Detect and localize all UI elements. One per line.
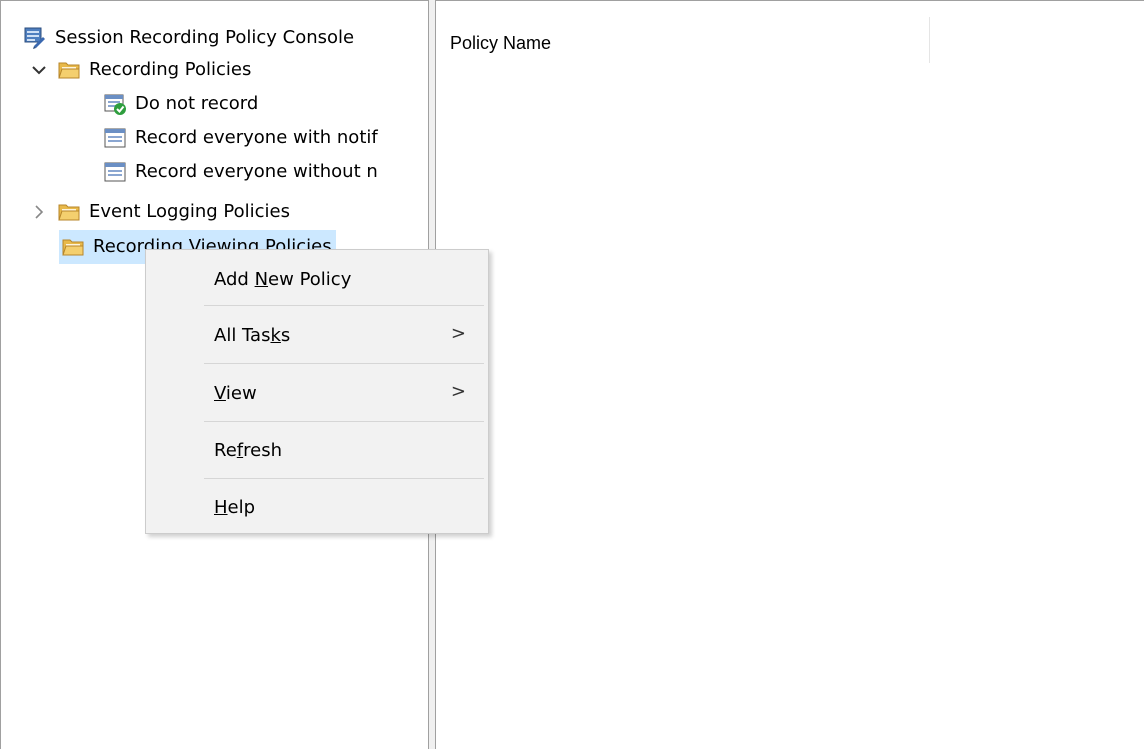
submenu-arrow-icon: > — [450, 323, 466, 344]
menu-separator — [204, 363, 484, 364]
policy-icon — [103, 160, 127, 184]
tree-item-label: Do not record — [135, 93, 259, 114]
tree-item-label: Recording Policies — [89, 59, 252, 80]
tree-item-label: Record everyone with notif — [135, 127, 378, 148]
column-header-row: Policy Name — [436, 17, 1144, 63]
policy-active-icon — [103, 92, 127, 116]
tree-root-label: Session Recording Policy Console — [55, 27, 355, 48]
folder-icon — [57, 58, 81, 82]
console-icon — [23, 26, 47, 50]
tree-item-label: Record everyone without n — [135, 161, 378, 182]
menu-item-help[interactable]: Help — [146, 480, 488, 534]
menu-item-add-new-policy[interactable]: Add New Policy — [146, 252, 488, 306]
menu-item-label: Help — [214, 496, 256, 518]
menu-separator — [204, 305, 484, 306]
menu-separator — [204, 478, 484, 479]
folder-icon — [61, 235, 85, 259]
tree-item-recording-policies[interactable]: Recording Policies — [29, 53, 251, 87]
menu-item-label: All Tasks — [214, 324, 291, 346]
policy-icon — [103, 126, 127, 150]
menu-separator — [204, 421, 484, 422]
results-list-pane[interactable]: Policy Name — [436, 0, 1144, 749]
menu-item-refresh[interactable]: Refresh — [146, 423, 488, 477]
tree-item-record-everyone-with-notif[interactable]: Record everyone with notif — [103, 121, 378, 155]
tree-item-event-logging-policies[interactable]: Event Logging Policies — [29, 195, 290, 229]
menu-item-all-tasks[interactable]: All Tasks > — [146, 308, 488, 362]
menu-item-label: View — [214, 382, 257, 404]
submenu-arrow-icon: > — [450, 381, 466, 402]
column-header-policy-name[interactable]: Policy Name — [436, 17, 930, 63]
chevron-right-icon[interactable] — [29, 202, 49, 222]
menu-item-label: Add New Policy — [214, 268, 352, 290]
folder-icon — [57, 200, 81, 224]
menu-item-view[interactable]: View > — [146, 366, 488, 420]
menu-item-label: Refresh — [214, 439, 282, 461]
tree-item-record-everyone-without-n[interactable]: Record everyone without n — [103, 155, 378, 189]
context-menu: Add New Policy All Tasks > View > Refres… — [145, 249, 489, 534]
mmc-window: Session Recording Policy Console Recordi… — [0, 0, 1144, 749]
tree-root-session-recording-policy-console[interactable]: Session Recording Policy Console — [23, 21, 354, 55]
tree-item-do-not-record[interactable]: Do not record — [103, 87, 258, 121]
tree-item-label: Event Logging Policies — [89, 201, 290, 222]
chevron-down-icon[interactable] — [29, 60, 49, 80]
